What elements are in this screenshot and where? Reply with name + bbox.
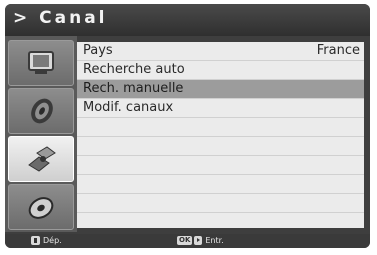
- menu-item-auto-search[interactable]: Recherche auto: [77, 61, 364, 80]
- empty-row: [77, 137, 364, 156]
- sidebar-item-settings[interactable]: [8, 184, 74, 230]
- page-title: > Canal: [13, 8, 108, 28]
- help-move: Dép.: [31, 235, 62, 247]
- satellite-icon: [28, 146, 56, 172]
- menu-item-country[interactable]: Pays France: [77, 42, 364, 61]
- ok-key-icon: OK: [177, 236, 193, 245]
- empty-row: [77, 118, 364, 137]
- osd-window: > Canal Pays France Recherche auto Rech.…: [5, 4, 370, 248]
- empty-row: [77, 156, 364, 175]
- empty-row: [77, 175, 364, 194]
- tv-icon: [28, 51, 54, 74]
- menu-item-manual-search[interactable]: Rech. manuelle: [77, 80, 364, 99]
- menu-item-label: Rech. manuelle: [83, 81, 184, 96]
- help-bar: Dép. OK Entr.: [5, 234, 370, 248]
- sidebar-item-tv[interactable]: [8, 40, 74, 86]
- header-bar: > Canal: [5, 4, 370, 36]
- help-move-label: Dép.: [43, 236, 62, 245]
- menu-item-edit-channels[interactable]: Modif. canaux: [77, 99, 364, 118]
- help-enter-label: Entr.: [205, 236, 224, 245]
- menu-list: Pays France Recherche auto Rech. manuell…: [77, 42, 364, 228]
- help-enter: OK Entr.: [177, 235, 224, 247]
- menu-item-label: Pays: [83, 43, 113, 58]
- menu-item-label: Recherche auto: [83, 62, 185, 77]
- empty-row: [77, 194, 364, 213]
- sidebar-item-channel[interactable]: [8, 136, 74, 182]
- disc-icon: [28, 197, 54, 219]
- sidebar-item-audio[interactable]: [8, 88, 74, 134]
- menu-item-value: France: [316, 43, 360, 58]
- menu-item-label: Modif. canaux: [83, 100, 174, 115]
- arrow-right-icon: [194, 236, 203, 245]
- speaker-icon: [31, 98, 53, 124]
- sidebar: [5, 36, 77, 232]
- navigation-key-icon: [31, 236, 40, 245]
